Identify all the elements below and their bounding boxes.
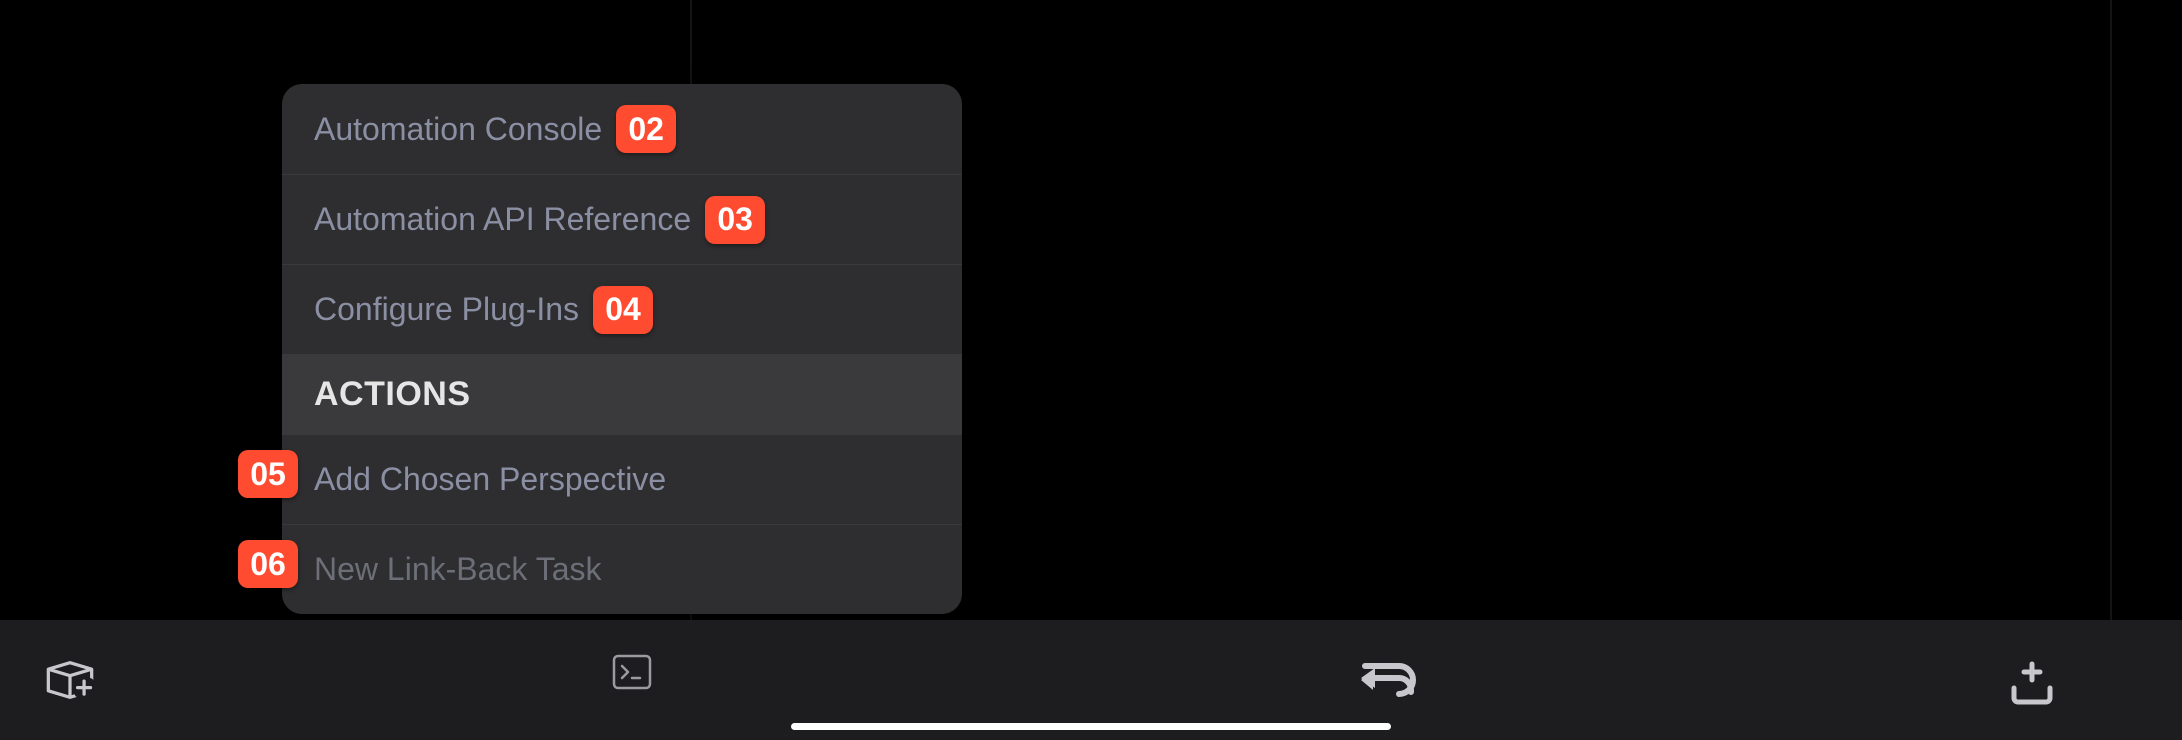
- undo-icon: [1355, 656, 1419, 704]
- menu-item-new-link-back-task[interactable]: New Link-Back Task: [282, 524, 962, 614]
- undo-button[interactable]: [1355, 654, 1419, 706]
- share-button[interactable]: [2004, 658, 2060, 710]
- automation-console-button[interactable]: [610, 652, 654, 692]
- annotation-badge-05: 05: [238, 450, 298, 498]
- terminal-icon: [612, 654, 652, 690]
- new-item-button[interactable]: [40, 652, 100, 708]
- menu-item-automation-console[interactable]: Automation Console 02: [282, 84, 962, 174]
- automation-popover: Automation Console 02 Automation API Ref…: [282, 84, 962, 614]
- menu-item-add-chosen-perspective[interactable]: Add Chosen Perspective: [282, 434, 962, 524]
- annotation-badge-02: 02: [616, 105, 676, 153]
- annotation-badge-03: 03: [705, 196, 765, 244]
- share-tray-icon: [2008, 660, 2056, 708]
- menu-section-header-actions: ACTIONS: [282, 354, 962, 434]
- bottom-toolbar: [0, 620, 2182, 740]
- home-indicator[interactable]: [791, 723, 1391, 730]
- menu-item-label: Automation Console: [314, 111, 602, 148]
- menu-item-label: Configure Plug-Ins: [314, 291, 579, 328]
- menu-item-automation-api-reference[interactable]: Automation API Reference 03: [282, 174, 962, 264]
- box-plus-icon: [44, 658, 96, 702]
- menu-item-label: New Link-Back Task: [314, 551, 602, 588]
- divider-vertical-right: [2110, 0, 2112, 620]
- annotation-badge-04: 04: [593, 286, 653, 334]
- annotation-badge-06: 06: [238, 540, 298, 588]
- menu-item-label: Automation API Reference: [314, 201, 691, 238]
- menu-item-label: Add Chosen Perspective: [314, 461, 666, 498]
- menu-item-configure-plugins[interactable]: Configure Plug-Ins 04: [282, 264, 962, 354]
